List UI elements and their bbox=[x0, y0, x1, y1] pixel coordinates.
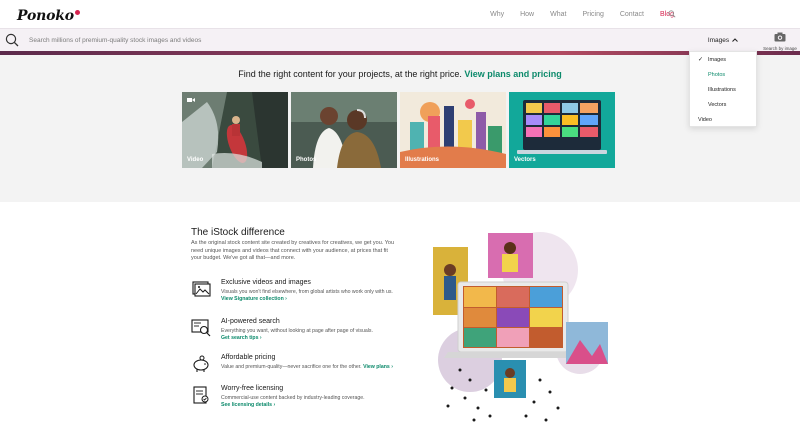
hero-title: Find the right content for your projects… bbox=[0, 69, 800, 79]
image-gallery-icon bbox=[192, 281, 211, 297]
video-camera-icon bbox=[187, 98, 195, 102]
dropdown-label: Illustrations bbox=[708, 86, 736, 93]
search-bar: Images Search by image bbox=[0, 28, 800, 51]
licensing-details-link[interactable]: See licensing details › bbox=[221, 402, 275, 408]
logo-text: Ponoko bbox=[17, 8, 74, 24]
nav-contact[interactable]: Contact bbox=[620, 11, 644, 18]
feature-desc: Visuals you won't find elsewhere, from g… bbox=[221, 289, 401, 303]
main-nav: Why How What Pricing Contact Blog bbox=[474, 11, 674, 18]
tile-illustrations[interactable]: Illustrations bbox=[400, 92, 506, 168]
hero-section: Find the right content for your projects… bbox=[0, 55, 800, 202]
piggy-bank-icon bbox=[193, 355, 209, 372]
site-logo[interactable]: Ponoko bbox=[17, 8, 80, 24]
media-type-select[interactable]: Images bbox=[689, 29, 757, 51]
view-plans-link[interactable]: View plans and pricing bbox=[464, 69, 561, 79]
feature-title: AI-powered search bbox=[221, 318, 280, 325]
difference-collage-illustration bbox=[433, 232, 608, 422]
feature-title: Worry-free licensing bbox=[221, 385, 284, 392]
feature-desc: Commercial-use content backed by industr… bbox=[221, 395, 401, 409]
dropdown-label: Vectors bbox=[708, 101, 727, 108]
nav-how[interactable]: How bbox=[520, 11, 534, 18]
feature-desc-text: Everything you want, without looking at … bbox=[221, 328, 373, 334]
tile-label: Video bbox=[187, 157, 204, 163]
tile-label: Photos bbox=[296, 157, 317, 163]
feature-title: Affordable pricing bbox=[221, 354, 276, 361]
feature-exclusive: Exclusive videos and images Visuals you … bbox=[191, 279, 401, 309]
feature-licensing: Worry-free licensing Commercial-use cont… bbox=[191, 385, 401, 415]
tile-video[interactable]: Video bbox=[182, 92, 288, 168]
dropdown-item-video[interactable]: Video bbox=[680, 112, 756, 127]
dropdown-item-images[interactable]: ✓ Images bbox=[690, 52, 756, 67]
media-type-value: Images bbox=[707, 36, 730, 44]
license-document-icon bbox=[193, 386, 209, 404]
section-title: The iStock difference bbox=[191, 227, 285, 238]
feature-desc-text: Commercial-use content backed by industr… bbox=[221, 395, 365, 401]
content-tiles: Video Photos Illustrations Vectors bbox=[182, 92, 615, 168]
search-by-image-button[interactable]: Search by image bbox=[762, 29, 798, 51]
nav-pricing[interactable]: Pricing bbox=[582, 11, 603, 18]
check-icon: ✓ bbox=[698, 57, 704, 63]
section-description: As the original stock content site creat… bbox=[191, 240, 394, 262]
feature-desc-text: Visuals you won't find elsewhere, from g… bbox=[221, 289, 393, 295]
tile-photos[interactable]: Photos bbox=[291, 92, 397, 168]
view-plans-feature-link[interactable]: View plans › bbox=[363, 364, 393, 370]
dropdown-label: Video bbox=[698, 116, 712, 123]
feature-title: Exclusive videos and images bbox=[221, 279, 311, 286]
chevron-up-icon bbox=[732, 38, 739, 42]
ai-search-icon bbox=[191, 319, 211, 337]
feature-desc-text: Value and premium-quality—never sacrific… bbox=[221, 364, 362, 370]
media-type-dropdown: ✓ Images Photos Illustrations Vectors Vi… bbox=[689, 51, 757, 127]
dropdown-item-illustrations[interactable]: Illustrations bbox=[690, 82, 756, 97]
tile-label: Vectors bbox=[514, 157, 536, 163]
logo-mark bbox=[74, 10, 80, 15]
signature-collection-link[interactable]: View Signature collection › bbox=[221, 296, 287, 302]
feature-desc: Value and premium-quality—never sacrific… bbox=[221, 364, 401, 371]
dropdown-label: Photos bbox=[708, 71, 726, 78]
tile-vectors[interactable]: Vectors bbox=[509, 92, 615, 168]
feature-ai-search: AI-powered search Everything you want, w… bbox=[191, 318, 401, 348]
nav-what[interactable]: What bbox=[550, 11, 566, 18]
dropdown-item-photos[interactable]: Photos bbox=[690, 67, 756, 82]
camera-icon bbox=[774, 32, 786, 42]
search-icon[interactable] bbox=[5, 33, 19, 47]
dropdown-label: Images bbox=[708, 56, 727, 63]
feature-desc: Everything you want, without looking at … bbox=[221, 328, 401, 342]
hero-title-text: Find the right content for your projects… bbox=[238, 69, 462, 79]
feature-pricing: Affordable pricing Value and premium-qua… bbox=[191, 354, 401, 384]
nav-search-icon[interactable] bbox=[668, 10, 676, 18]
nav-why[interactable]: Why bbox=[490, 11, 504, 18]
search-input[interactable] bbox=[29, 32, 629, 48]
dropdown-item-vectors[interactable]: Vectors bbox=[690, 97, 756, 112]
search-tips-link[interactable]: Get search tips › bbox=[221, 335, 262, 341]
tile-label: Illustrations bbox=[405, 157, 440, 163]
top-bar: Ponoko Why How What Pricing Contact Blog bbox=[0, 0, 800, 28]
